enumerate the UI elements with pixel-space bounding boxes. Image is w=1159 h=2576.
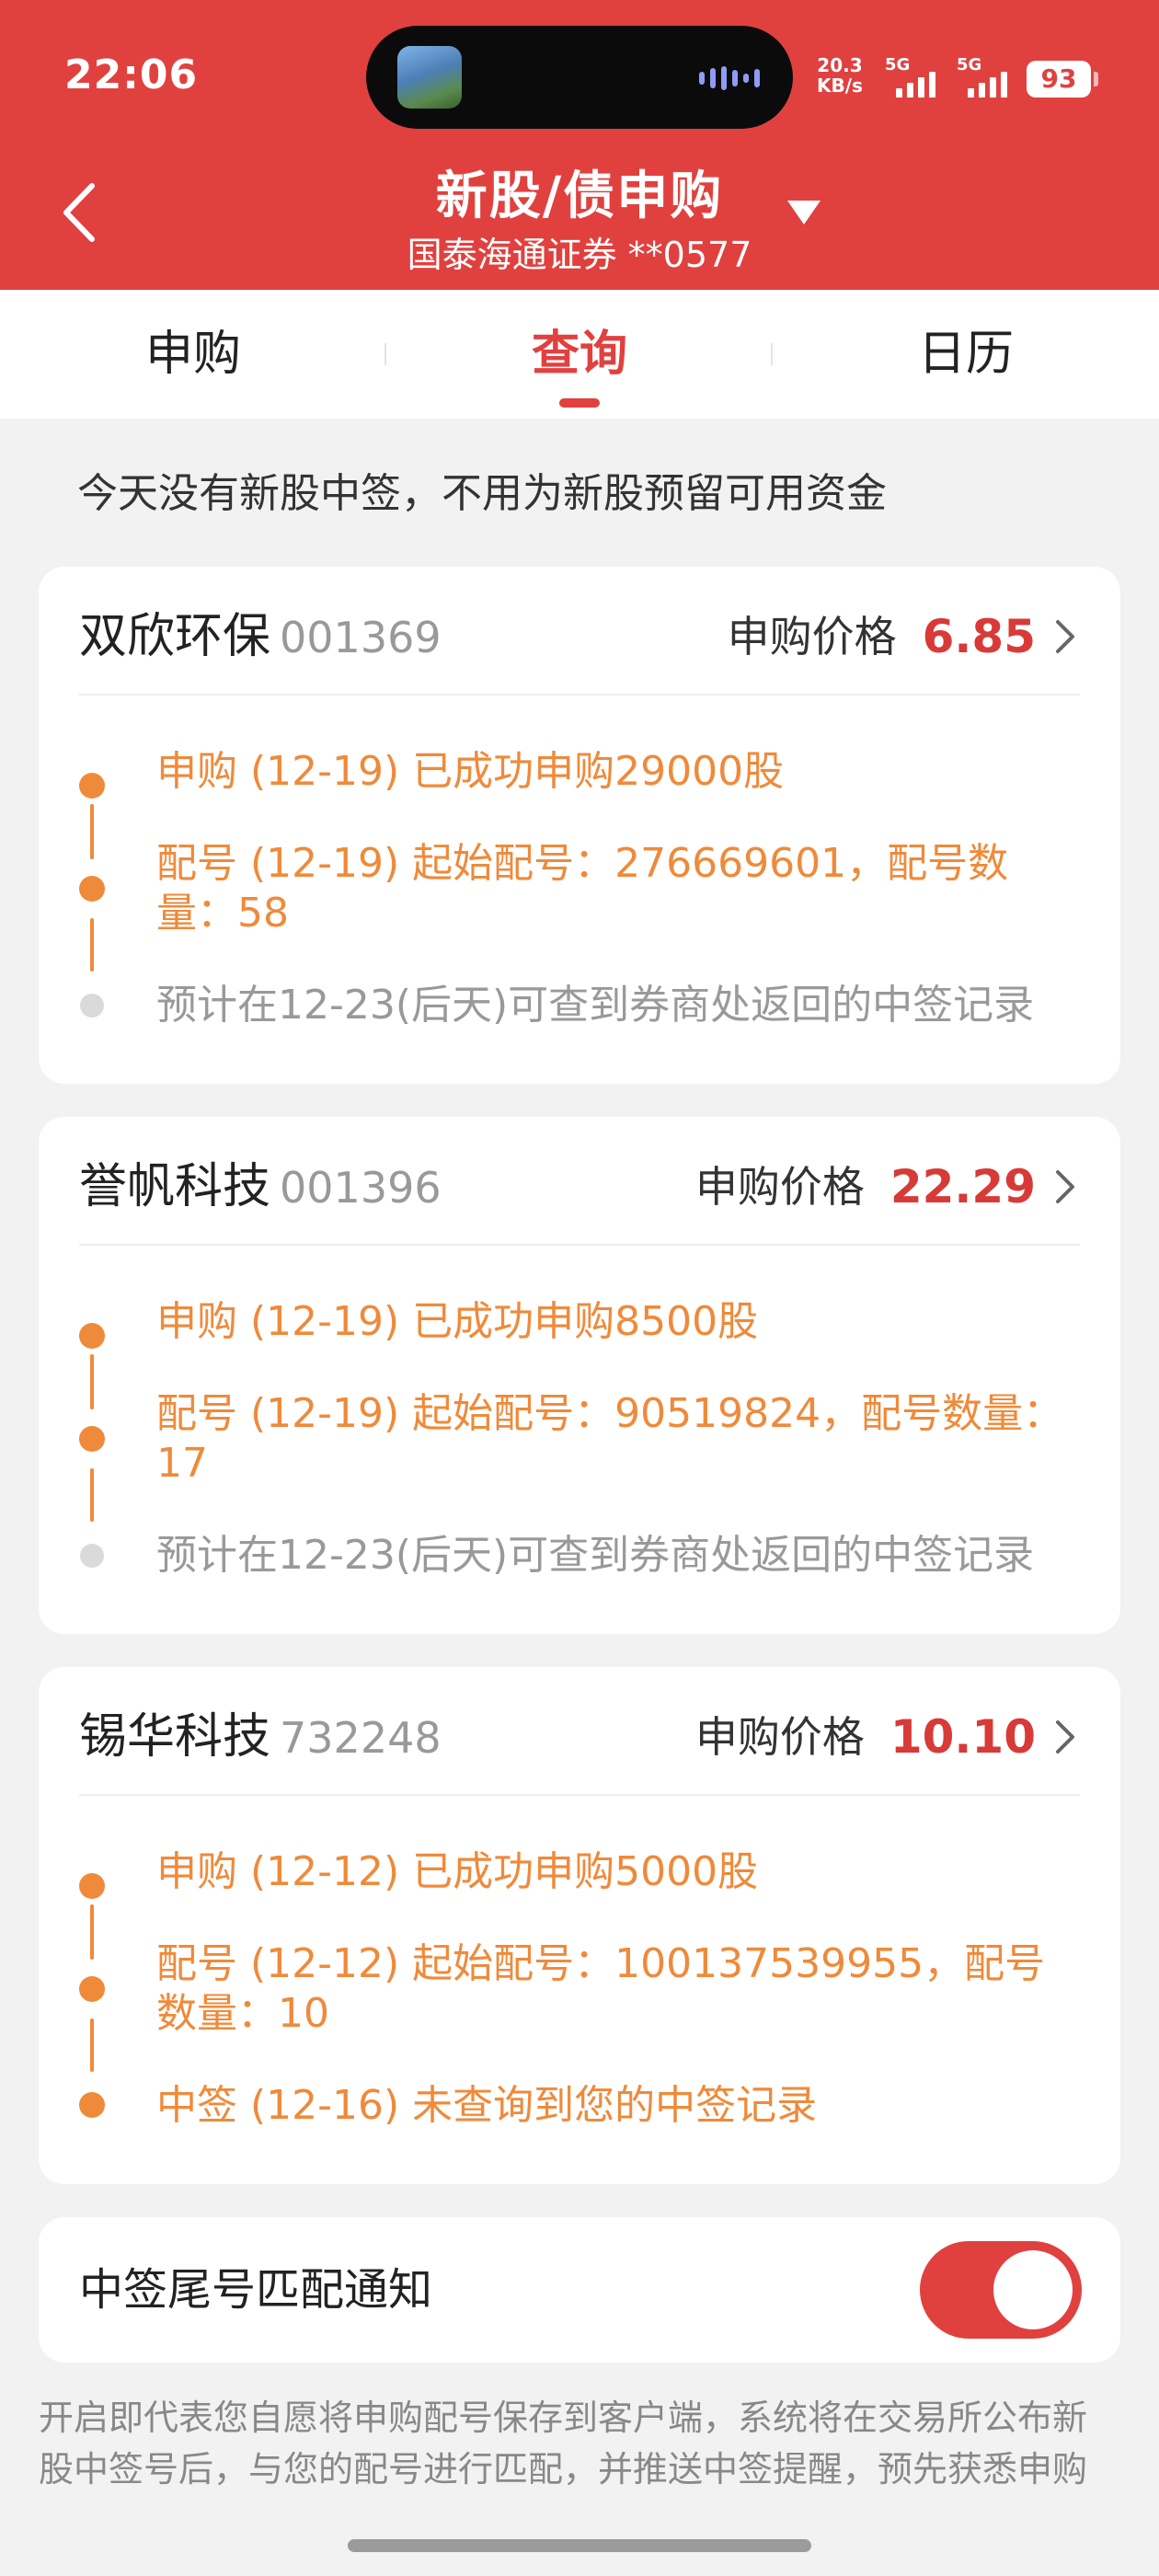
- card-header[interactable]: 誉帆科技 001396 申购价格 22.29: [79, 1150, 1080, 1224]
- step-allocation: 配号 (12-19) 起始配号：276669601，配号数量：58: [156, 840, 1009, 937]
- timeline-dot-pending: [80, 1544, 104, 1568]
- stock-name: 双欣环保 001369: [79, 600, 442, 674]
- timeline-dot: [79, 1426, 105, 1452]
- ipo-card[interactable]: 双欣环保 001369 申购价格 6.85 申购 (12-19) 已成功申购290…: [39, 567, 1120, 1084]
- notify-toggle[interactable]: [920, 2241, 1082, 2339]
- timeline-dot: [79, 1976, 105, 2002]
- net-speed-unit: KB/s: [817, 75, 863, 97]
- chevron-right-icon[interactable]: [1049, 1717, 1080, 1757]
- battery-icon: 93: [1027, 61, 1098, 98]
- toggle-knob: [993, 2250, 1073, 2329]
- step-allocation: 配号 (12-19) 起始配号：90519824，配号数量：17: [156, 1390, 1064, 1487]
- stock-code: 732248: [280, 1713, 442, 1763]
- timeline-line: [90, 918, 94, 972]
- step-subscribe: 申购 (12-19) 已成功申购29000股: [156, 748, 785, 795]
- divider: [79, 694, 1080, 696]
- stock-code: 001369: [280, 613, 442, 662]
- status-time: 22:06: [64, 52, 199, 98]
- stock-name: 誉帆科技 001396: [79, 1150, 442, 1225]
- stock-name-text: 锡华科技: [79, 1709, 271, 1765]
- divider: [79, 1794, 1080, 1796]
- price-info[interactable]: 申购价格 6.85: [728, 600, 1080, 673]
- chevron-right-icon[interactable]: [1049, 1167, 1080, 1207]
- stock-name: 锡华科技 732248: [79, 1700, 442, 1775]
- price-value: 6.85: [922, 610, 1036, 663]
- step-lottery: 预计在12-23(后天)可查到券商处返回的中签记录: [156, 982, 1035, 1029]
- timeline-line: [90, 1468, 94, 1522]
- home-indicator[interactable]: [348, 2539, 811, 2552]
- timeline-line: [90, 1354, 94, 1409]
- ipo-card[interactable]: 锡华科技 732248 申购价格 10.10 申购 (12-12) 已成功申购50…: [39, 1667, 1120, 2184]
- price-info[interactable]: 申购价格 10.10: [695, 1700, 1080, 1774]
- battery-level: 93: [1040, 63, 1077, 94]
- card-header[interactable]: 双欣环保 001369 申购价格 6.85: [79, 600, 1080, 673]
- audio-wave-icon: [699, 66, 760, 90]
- timeline-line: [90, 804, 94, 859]
- ipo-card[interactable]: 誉帆科技 001396 申购价格 22.29 申购 (12-19) 已成功申购85…: [39, 1117, 1120, 1634]
- disclaimer-text: 开启即代表您自愿将申购配号保存到客户端，系统将在交易所公布新股中签号后，与您的配…: [39, 2398, 1088, 2512]
- timeline-dot: [79, 1873, 105, 1899]
- timeline-dot: [79, 2092, 105, 2118]
- notify-label: 中签尾号匹配通知: [79, 2264, 433, 2316]
- price-label: 申购价格: [727, 612, 897, 661]
- tab-divider: [384, 343, 386, 365]
- card-header[interactable]: 锡华科技 732248 申购价格 10.10: [79, 1700, 1080, 1774]
- app-header: 22:06 20.3 KB/s 5G 5G 93 新股/债申购 国泰海通证券 *…: [0, 0, 1159, 290]
- stock-code: 001396: [280, 1163, 442, 1213]
- timeline-dot-pending: [80, 994, 104, 1018]
- tab-bar: 申购 查询 日历: [0, 290, 1159, 419]
- timeline-line: [90, 2018, 94, 2072]
- step-lottery: 预计在12-23(后天)可查到券商处返回的中签记录: [156, 1532, 1035, 1579]
- signal-icon-2: 5G: [957, 55, 1007, 98]
- tab-query[interactable]: 查询: [386, 290, 773, 419]
- media-thumbnail-icon: [397, 46, 462, 109]
- timeline-dot: [79, 1323, 105, 1349]
- net-speed-value: 20.3: [817, 54, 863, 76]
- stock-name-text: 双欣环保: [79, 609, 271, 664]
- notify-card: 中签尾号匹配通知: [39, 2217, 1120, 2363]
- price-value: 10.10: [889, 1710, 1036, 1764]
- timeline-line: [90, 1904, 94, 1960]
- step-allocation: 配号 (12-12) 起始配号：100137539955，配号数量：10: [156, 1940, 1046, 2037]
- dynamic-island: [366, 26, 793, 129]
- signal-icon: 5G: [885, 55, 935, 98]
- step-subscribe: 申购 (12-19) 已成功申购8500股: [156, 1298, 759, 1345]
- divider: [79, 1244, 1080, 1246]
- step-subscribe: 申购 (12-12) 已成功申购5000股: [156, 1848, 759, 1895]
- net-speed: 20.3 KB/s: [817, 55, 863, 96]
- timeline-dot: [79, 773, 105, 799]
- tab-divider: [771, 343, 773, 365]
- tab-subscribe[interactable]: 申购: [0, 290, 386, 419]
- price-label: 申购价格: [694, 1712, 865, 1762]
- timeline-dot: [79, 876, 105, 902]
- page-title: 新股/债申购: [435, 167, 724, 226]
- price-label: 申购价格: [694, 1162, 865, 1212]
- triangle-down-icon[interactable]: [787, 201, 820, 224]
- notice-text: 今天没有新股中签，不用为新股预留可用资金: [77, 470, 887, 517]
- price-info[interactable]: 申购价格 22.29: [695, 1150, 1080, 1224]
- step-lottery-result: 中签 (12-16) 未查询到您的中签记录: [156, 2082, 818, 2129]
- account-selector[interactable]: 国泰海通证券 **0577: [0, 226, 1159, 277]
- stock-name-text: 誉帆科技: [79, 1159, 271, 1214]
- chevron-right-icon[interactable]: [1049, 616, 1080, 657]
- tab-calendar[interactable]: 日历: [773, 290, 1159, 419]
- price-value: 22.29: [889, 1160, 1036, 1213]
